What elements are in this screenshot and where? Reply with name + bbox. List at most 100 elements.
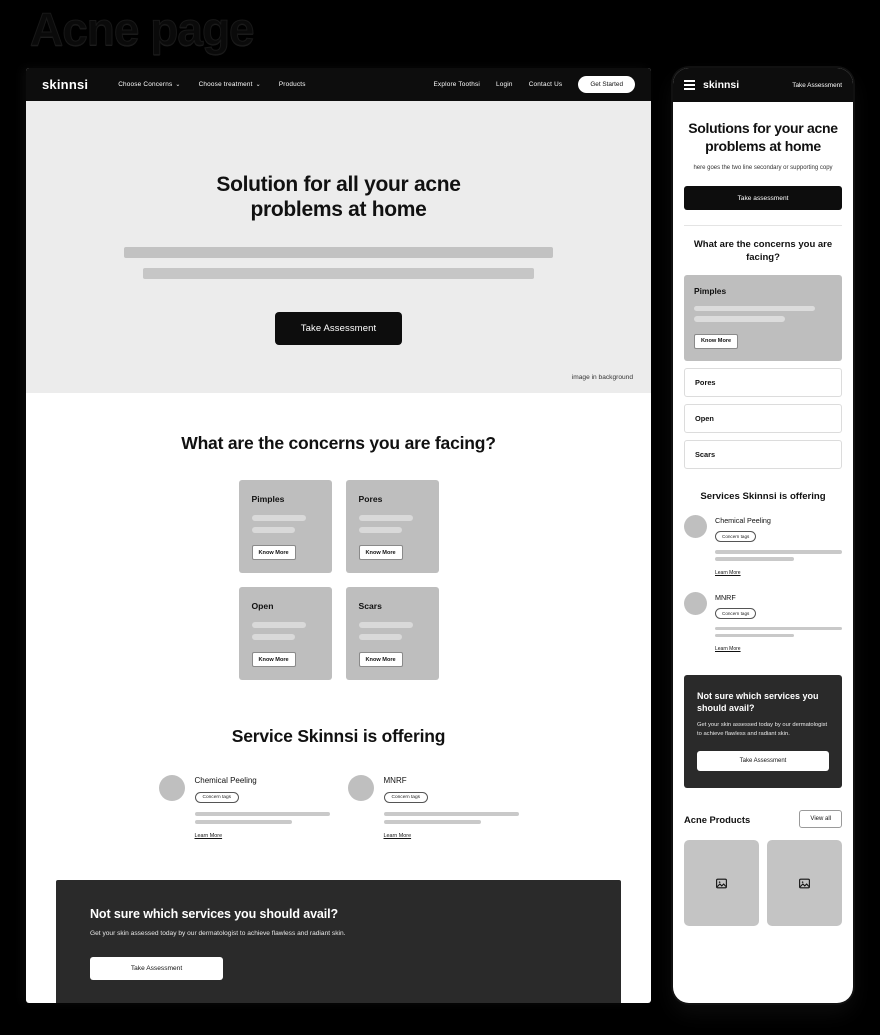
mobile-service-name: Chemical Peeling (715, 515, 771, 525)
mobile-service-avatar (684, 514, 707, 538)
nav-item-choose-concerns[interactable]: Choose Concerns ⌄ (118, 81, 180, 88)
product-tile[interactable] (684, 840, 759, 927)
mobile-service-name: MNRF (715, 592, 736, 602)
mobile-service-avatar (684, 591, 707, 615)
concern-card-pimples[interactable]: Pimples Know More (238, 480, 332, 573)
concern-card-title: Open (251, 601, 274, 611)
hamburger-icon[interactable] (684, 80, 695, 90)
mobile-accordion-open[interactable]: Open (684, 403, 842, 433)
concerns-section-title: What are the concerns you are facing? (181, 433, 496, 453)
hero-heading-line2: problems at home (250, 197, 427, 221)
concern-card-title: Scars (358, 601, 382, 611)
service-learn-more-link[interactable]: Learn More (384, 833, 412, 839)
view-all-button[interactable]: View all (799, 810, 842, 829)
desktop-logo[interactable]: skinnsi (42, 77, 88, 92)
nav-item-login[interactable]: Login (496, 81, 513, 88)
service-details: Chemical Peeling Concern tags Learn More (194, 775, 330, 842)
mobile-navbar: skinnsi Take Assessment (673, 68, 853, 102)
concern-card-pores[interactable]: Pores Know More (345, 480, 439, 573)
service-details: MNRF Concern tags Learn More (383, 775, 519, 842)
nav-item-label: Products (278, 81, 306, 88)
service-item-chemical-peeling[interactable]: Chemical Peeling Concern tags Learn More (158, 775, 330, 842)
mobile-divider (684, 225, 842, 227)
concern-card-title: Pimples (251, 494, 285, 504)
mobile-cta-body: Get your skin assessed today by our derm… (697, 721, 828, 738)
chevron-down-icon: ⌄ (175, 81, 181, 88)
mobile-services-title: Services Skinnsi is offering (700, 490, 826, 502)
get-started-button[interactable]: Get Started (578, 76, 635, 93)
nav-item-products[interactable]: Products (279, 81, 306, 88)
mobile-service-tag-badge: Concern tags (715, 607, 757, 619)
desktop-hero-section: Solution for all your acne problems at h… (26, 101, 651, 393)
services-section-title: Service Skinnsi is offering (231, 726, 446, 746)
concern-placeholder-bar-1 (358, 622, 414, 628)
service-item-mnrf[interactable]: MNRF Concern tags Learn More (347, 775, 519, 842)
mobile-cta-card: Not sure which services you should avail… (684, 675, 842, 789)
concern-placeholder-bar-1 (251, 622, 307, 628)
cta-banner-take-assessment-button[interactable]: Take Assessment (90, 956, 223, 980)
service-tag-badge: Concern tags (383, 791, 429, 804)
image-placeholder-icon (716, 878, 727, 889)
mobile-service-item-mnrf[interactable]: MNRF Concern tags Learn More (684, 591, 842, 656)
mobile-service-learn-more-link[interactable]: Learn More (715, 570, 741, 576)
chevron-down-icon: ⌄ (255, 81, 261, 88)
mobile-service-learn-more-link[interactable]: Learn More (715, 646, 741, 652)
mobile-know-more-button[interactable]: Know More (694, 333, 739, 349)
desktop-services-section: Service Skinnsi is offering Chemical Pee… (26, 726, 651, 842)
know-more-button[interactable]: Know More (358, 652, 403, 667)
desktop-nav-utility: Explore Toothsi Login Contact Us Get Sta… (433, 76, 635, 93)
image-placeholder-icon (799, 878, 810, 889)
mobile-service-bar-2 (715, 633, 794, 638)
concern-card-title: Pores (358, 494, 383, 504)
nav-item-label: Choose Concerns (118, 81, 173, 88)
mobile-logo[interactable]: skinnsi (703, 79, 739, 91)
hero-heading-line1: Solution for all your acne (216, 173, 461, 196)
nav-item-contact-us[interactable]: Contact Us (529, 81, 563, 88)
concern-card-scars[interactable]: Scars Know More (345, 587, 439, 680)
product-tile[interactable] (767, 840, 842, 927)
nav-item-label: Choose treatment (198, 81, 253, 88)
mobile-products-header: Acne Products View all (684, 810, 842, 829)
mobile-take-assessment-link[interactable]: Take Assessment (792, 82, 842, 89)
cta-banner-heading: Not sure which services you should avail… (90, 907, 339, 922)
service-name: MNRF (383, 776, 407, 785)
know-more-button[interactable]: Know More (251, 545, 296, 560)
mobile-cta-take-assessment-button[interactable]: Take Assessment (697, 751, 829, 772)
hero-take-assessment-button[interactable]: Take Assessment (274, 312, 403, 346)
mobile-accordion-pores[interactable]: Pores (684, 367, 842, 397)
desktop-mockup-frame: skinnsi Choose Concerns ⌄ Choose treatme… (26, 68, 651, 1003)
concern-card-open[interactable]: Open Know More (238, 587, 332, 680)
mobile-accordion-pimples-expanded[interactable]: Pimples Know More (684, 274, 842, 361)
screenshot-canvas: Acne page skinnsi Choose Concerns ⌄ Choo… (0, 0, 880, 1035)
concern-placeholder-bar-2 (358, 634, 403, 640)
nav-item-explore-toothsi[interactable]: Explore Toothsi (433, 81, 480, 88)
know-more-button[interactable]: Know More (251, 652, 296, 667)
nav-item-choose-treatment[interactable]: Choose treatment ⌄ (199, 81, 261, 88)
mobile-concerns-title: What are the concerns you are facing? (693, 239, 833, 263)
know-more-button[interactable]: Know More (358, 545, 403, 560)
mobile-hero-take-assessment-button[interactable]: Take assessment (684, 186, 842, 211)
mobile-service-bar-1 (715, 549, 842, 554)
service-placeholder-bar-1 (383, 812, 519, 817)
service-learn-more-link[interactable]: Learn More (195, 833, 223, 839)
desktop-cta-banner: Not sure which services you should avail… (56, 880, 621, 1003)
concern-placeholder-bar-1 (358, 515, 414, 521)
hero-heading: Solution for all your acne problems at h… (26, 173, 651, 222)
concern-placeholder-bar-2 (251, 634, 296, 640)
mobile-accordion-scars[interactable]: Scars (684, 439, 842, 469)
mobile-service-details: MNRF Concern tags Learn More (715, 592, 842, 656)
mobile-hero-heading: Solutions for your acne problems at home (688, 120, 838, 154)
mobile-accordion-bar-2 (694, 316, 786, 322)
desktop-navbar: skinnsi Choose Concerns ⌄ Choose treatme… (26, 68, 651, 101)
mobile-body: Solutions for your acne problems at home… (673, 120, 853, 927)
mobile-service-item-chemical-peeling[interactable]: Chemical Peeling Concern tags Learn More (684, 514, 842, 579)
concerns-card-grid: Pimples Know More Pores Know More Open K… (79, 480, 599, 680)
service-placeholder-bar-1 (194, 812, 330, 817)
mobile-products-grid (684, 840, 842, 927)
mobile-service-bar-1 (715, 626, 842, 631)
service-tag-badge: Concern tags (194, 791, 240, 804)
hero-background-note: image in background (571, 374, 633, 381)
mobile-service-bar-2 (715, 557, 794, 561)
desktop-concerns-section: What are the concerns you are facing? Pi… (26, 393, 651, 680)
mobile-accordion-bar-1 (694, 305, 816, 312)
